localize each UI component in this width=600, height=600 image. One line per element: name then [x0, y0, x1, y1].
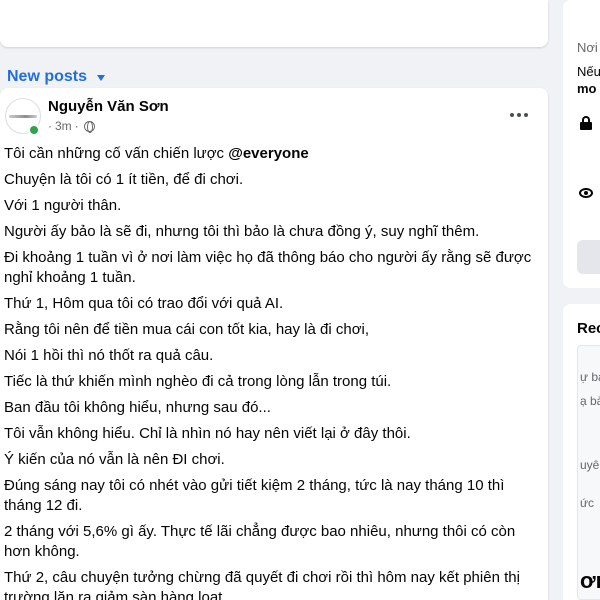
everyone-mention[interactable]: @everyone: [228, 145, 309, 162]
avatar-image: [9, 115, 37, 118]
post-paragraph: Tôi cần những cố vấn chiến lược @everyon…: [4, 145, 309, 162]
caret-down-icon: [97, 75, 106, 81]
online-status-dot: [28, 124, 40, 136]
new-posts-sort-button[interactable]: New posts: [7, 66, 106, 88]
post-paragraph: Tôi vẫn không hiểu. Chỉ là nhìn nó hay n…: [4, 425, 411, 442]
post-paragraph: Đi khoảng 1 tuần vì ở nơi làm việc họ đã…: [4, 249, 532, 286]
post-paragraph: 2 tháng với 5,6% gì ấy. Thực tế lãi chẳn…: [4, 523, 516, 560]
post-paragraph: Nói 1 hồi thì nó thốt ra quả câu.: [4, 347, 214, 364]
post-paragraph: Thứ 1, Hôm qua tôi có trao đổi với quả A…: [4, 295, 284, 312]
recommendation-thumbnail[interactable]: ự bà ạ bà uyê ức ơn: [577, 345, 600, 600]
post-paragraph: Tiếc là thứ khiến mình nghèo đi cả trong…: [4, 373, 392, 390]
lock-icon: [580, 116, 592, 130]
post-paragraph: Chuyện là tôi có 1 ít tiền, để đi chơi.: [4, 171, 244, 188]
sidebar-text: Nếu: [577, 64, 600, 79]
post-paragraph: Thứ 2, câu chuyện tưởng chừng đã quyết đ…: [4, 569, 520, 600]
post-timestamp[interactable]: 3m: [55, 119, 72, 133]
post-paragraph: Ban đầu tôi không hiểu, nhưng sau đó...: [4, 399, 271, 416]
post-paragraph: Người ấy bảo là sẽ đi, nhưng tôi thì bảo…: [4, 223, 480, 240]
sidebar-button[interactable]: [577, 240, 600, 274]
post-paragraph: Với 1 người thân.: [4, 197, 122, 214]
post-author-name[interactable]: Nguyễn Văn Sơn: [48, 98, 169, 115]
post-paragraph: Ý kiến của nó vẫn là nên ĐI chơi.: [4, 451, 225, 468]
post-meta: · 3m ·: [48, 119, 95, 133]
globe-icon[interactable]: [83, 120, 95, 133]
previous-post-card: [0, 0, 548, 47]
post-paragraph: Rằng tôi nên để tiền mua cái con tốt kia…: [4, 321, 370, 338]
post-options-icon[interactable]: [506, 104, 532, 126]
eye-icon: [579, 188, 593, 198]
post-body: Tôi cần những cố vấn chiến lược @everyon…: [4, 144, 544, 600]
sidebar-text: Nơi: [577, 40, 598, 55]
sidebar-text: mo: [577, 81, 597, 96]
new-posts-label: New posts: [7, 68, 88, 85]
post-paragraph: Đúng sáng nay tôi có nhét vào gửi tiết k…: [4, 477, 505, 514]
recommendations-title: Rec: [577, 320, 600, 337]
right-sidebar: Nơi Nếu mo Rec ự bà ạ bà uyê ức ơn: [563, 0, 600, 600]
